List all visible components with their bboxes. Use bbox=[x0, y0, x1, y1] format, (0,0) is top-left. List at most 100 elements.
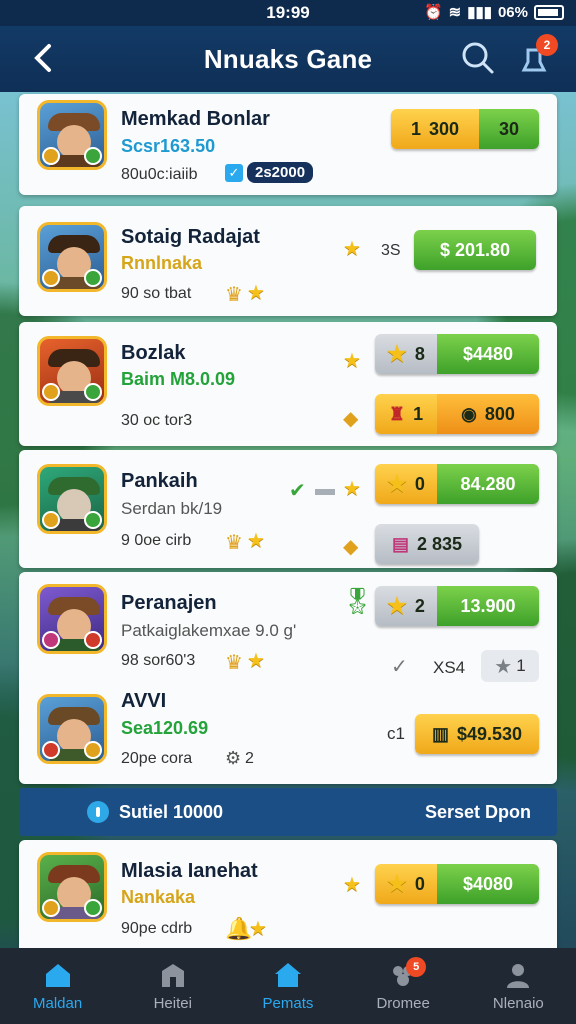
page-title: Nnuaks Gane bbox=[203, 43, 373, 74]
chevron-left-icon bbox=[34, 44, 51, 72]
gem-icon: ◆ bbox=[343, 536, 359, 558]
player-avatar bbox=[37, 100, 107, 170]
player-meta: 90 so tbat bbox=[121, 285, 192, 302]
banner-left-text: Sutiel 10000 bbox=[119, 801, 224, 822]
player-name: Sotaig Radajat bbox=[121, 226, 260, 248]
price-value: 13.900 bbox=[460, 595, 516, 616]
nav-item-nlenaio[interactable]: Nlenaio bbox=[463, 951, 573, 1021]
profile-icon bbox=[507, 963, 530, 988]
player-meta: 90pe cdrb bbox=[121, 920, 193, 937]
star-icon: ★ bbox=[387, 341, 407, 366]
jar-icon: ▤ bbox=[391, 533, 409, 554]
bottom-nav: Maldan Heitei Pemats 5 Dromee Nlenaio bbox=[0, 948, 576, 1024]
price-value: $4080 bbox=[462, 873, 514, 894]
star-icon: ★ bbox=[343, 350, 361, 372]
bet-count: 30 bbox=[498, 118, 520, 139]
star-icon: ★ bbox=[247, 650, 265, 672]
app-header: Nnuaks Gane 2 bbox=[0, 26, 576, 92]
chest-icon: ♜ bbox=[388, 403, 406, 424]
status-icons: ⏰ ≋ ▮▮▮ 06% bbox=[424, 3, 564, 21]
check-icon: ✔ bbox=[289, 480, 306, 502]
player-name: Peranajen bbox=[121, 592, 217, 614]
nav-label: Pemats bbox=[262, 994, 314, 1012]
star-icon: ★ bbox=[343, 478, 361, 500]
reward-count: 1 bbox=[413, 403, 424, 424]
home-icon bbox=[45, 963, 70, 987]
nav-label: Heitei bbox=[153, 994, 192, 1012]
player-avatar bbox=[37, 852, 107, 922]
medal-icon: 🎖 bbox=[341, 586, 375, 616]
notification-badge: 2 bbox=[536, 34, 558, 56]
reward-value: 800 bbox=[484, 403, 515, 424]
notifications-button[interactable]: 2 bbox=[516, 34, 558, 76]
rating-price-pill[interactable]: ★ 0 84.280 bbox=[375, 464, 539, 504]
bet-amount: 300 bbox=[428, 118, 460, 139]
tag-icon: ▬ bbox=[315, 478, 335, 500]
player-meta: 9 0oe cirb bbox=[121, 532, 192, 549]
battery-percent: 06% bbox=[497, 3, 528, 21]
rating-price-pill[interactable]: ★ 0 $4080 bbox=[375, 864, 539, 904]
rating-price-pill[interactable]: ★ 2 13.900 bbox=[375, 586, 539, 626]
nav-item-maldan[interactable]: Maldan bbox=[3, 951, 113, 1021]
game-card[interactable]: Memkad Bonlar Scsr163.50 80u0c:iaiib ✓ 2… bbox=[19, 94, 557, 195]
game-card[interactable]: Pankaih Serdan bk/19 9 0oe cirb ♛ ★ ✔ ▬ … bbox=[19, 450, 557, 568]
price-button[interactable]: $ 201.80 bbox=[414, 230, 536, 270]
wifi-icon: ≋ bbox=[448, 4, 462, 21]
shop-icon bbox=[161, 963, 184, 987]
back-button[interactable] bbox=[28, 40, 58, 76]
star-icon: ★ bbox=[247, 530, 265, 552]
signal-icon: ▮▮▮ bbox=[467, 4, 492, 21]
bet-pill[interactable]: 1 300 30 bbox=[391, 109, 539, 149]
rating-count: 1 bbox=[516, 656, 526, 675]
star-icon: ★ bbox=[343, 238, 361, 260]
game-card[interactable]: Mlasia Ianehat Nankaka 90pe cdrb 🔔 ★ ★ ★… bbox=[19, 840, 557, 948]
status-bar: 19:99 ⏰ ≋ ▮▮▮ 06% bbox=[0, 0, 576, 26]
crown-icon: ♛ bbox=[225, 532, 243, 554]
side-count: c1 bbox=[387, 724, 405, 743]
game-card[interactable]: Sotaig Radajat Rnnlnaka 90 so tbat ♛ ★ ★… bbox=[19, 206, 557, 316]
meta-count: 2 bbox=[245, 750, 254, 767]
player-name: Memkad Bonlar bbox=[121, 108, 270, 130]
player-avatar bbox=[37, 336, 107, 406]
price-value: $49.530 bbox=[456, 723, 523, 744]
nav-label: Nlenaio bbox=[492, 994, 544, 1012]
star-outline-icon: ★ bbox=[494, 655, 513, 678]
banner-action[interactable]: Serset Dpon bbox=[425, 802, 531, 823]
alarm-icon: ⏰ bbox=[423, 4, 443, 21]
check-icon: ✓ bbox=[225, 164, 243, 182]
rating-chip[interactable]: ★ 1 bbox=[481, 650, 539, 682]
reward-pill[interactable]: ♜ 1 ◉ 800 bbox=[375, 394, 539, 434]
rating-price-pill[interactable]: ★ 8 $4480 bbox=[375, 334, 539, 374]
player-avatar bbox=[37, 694, 107, 764]
crown-icon: ♛ bbox=[225, 652, 243, 674]
battery-icon bbox=[534, 4, 564, 20]
reward-pill[interactable]: ▤ 2 835 bbox=[375, 524, 479, 564]
bet-prefix: 1 bbox=[410, 118, 421, 139]
rating-value: 2 bbox=[414, 595, 425, 616]
game-card-group[interactable]: Peranajen Patkaiglakemxae 9.0 g' 98 sor6… bbox=[19, 572, 557, 784]
promo-banner[interactable]: Sutiel 10000 Serset Dpon bbox=[19, 788, 557, 836]
search-icon bbox=[462, 42, 494, 74]
nav-item-heitei[interactable]: Heitei bbox=[118, 951, 228, 1021]
star-icon: ★ bbox=[249, 918, 267, 940]
nav-item-dromee[interactable]: 5 Dromee bbox=[348, 951, 458, 1021]
star-icon: ★ bbox=[343, 874, 361, 896]
player-name: AVVI bbox=[121, 690, 167, 712]
search-button[interactable] bbox=[460, 40, 496, 76]
nav-label: Maldan bbox=[32, 994, 83, 1012]
player-avatar bbox=[37, 464, 107, 534]
rating-value: 0 bbox=[414, 873, 425, 894]
reward-value: 2 835 bbox=[416, 533, 463, 554]
player-score: Rnnlnaka bbox=[121, 253, 203, 273]
player-score: Scsr163.50 bbox=[121, 136, 216, 156]
game-card[interactable]: Bozlak Baim M8.0.09 30 oc tor3 ★ ★ 8 $448… bbox=[19, 322, 557, 446]
shield-icon bbox=[87, 801, 109, 823]
crown-icon: ♛ bbox=[225, 284, 243, 306]
price-value: $ 201.80 bbox=[439, 239, 511, 260]
nav-label: Dromee bbox=[376, 994, 430, 1012]
player-score: Baim M8.0.09 bbox=[121, 369, 236, 389]
nav-item-pemats[interactable]: Pemats bbox=[233, 951, 343, 1021]
check-icon: ✓ bbox=[391, 656, 408, 678]
player-name: Bozlak bbox=[121, 342, 186, 364]
price-button[interactable]: ▥ $49.530 bbox=[415, 714, 539, 754]
